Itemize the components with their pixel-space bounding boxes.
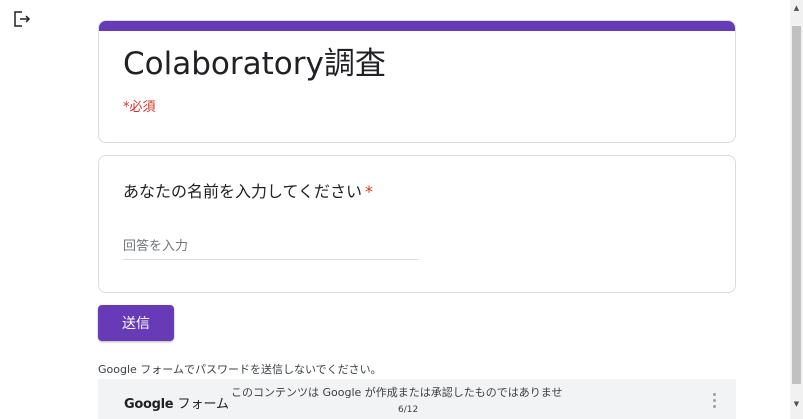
more-vert-icon[interactable] [709, 393, 719, 413]
page: Colaboratory調査 *必須 あなたの名前を入力してください* 送信 G… [0, 0, 803, 419]
brand-forms: フォーム [173, 397, 230, 412]
footer-bar: Google フォーム このコンテンツは Google が作成または承認したもの… [98, 379, 736, 419]
footer-disclaimer: このコンテンツは Google が作成または承認したものではありませ [231, 386, 563, 399]
submit-button[interactable]: 送信 [98, 305, 174, 341]
vertical-scrollbar[interactable]: ▲ ▼ [790, 0, 803, 419]
arrow-up-icon[interactable]: ▲ [790, 2, 803, 15]
scrollbar-thumb[interactable] [792, 26, 801, 384]
brand-google: Google [124, 397, 174, 412]
exit-icon[interactable] [12, 10, 32, 28]
name-answer-input[interactable] [123, 234, 419, 260]
header-accent-bar [99, 21, 735, 31]
password-warning: Google フォームでパスワードを送信しないでください。 [98, 363, 382, 376]
question-title: あなたの名前を入力してください * [123, 181, 373, 203]
form-title: Colaboratory調査 [123, 46, 386, 82]
form-header-card: Colaboratory調査 *必須 [98, 20, 736, 143]
arrow-down-icon[interactable]: ▼ [790, 398, 803, 411]
page-indicator: 6/12 [398, 405, 419, 415]
google-forms-logo[interactable]: Google フォーム [124, 393, 229, 412]
required-asterisk: * [365, 182, 374, 201]
question-label: あなたの名前を入力してください [123, 182, 363, 201]
question-card: あなたの名前を入力してください * [98, 155, 736, 293]
required-note: *必須 [123, 100, 156, 115]
